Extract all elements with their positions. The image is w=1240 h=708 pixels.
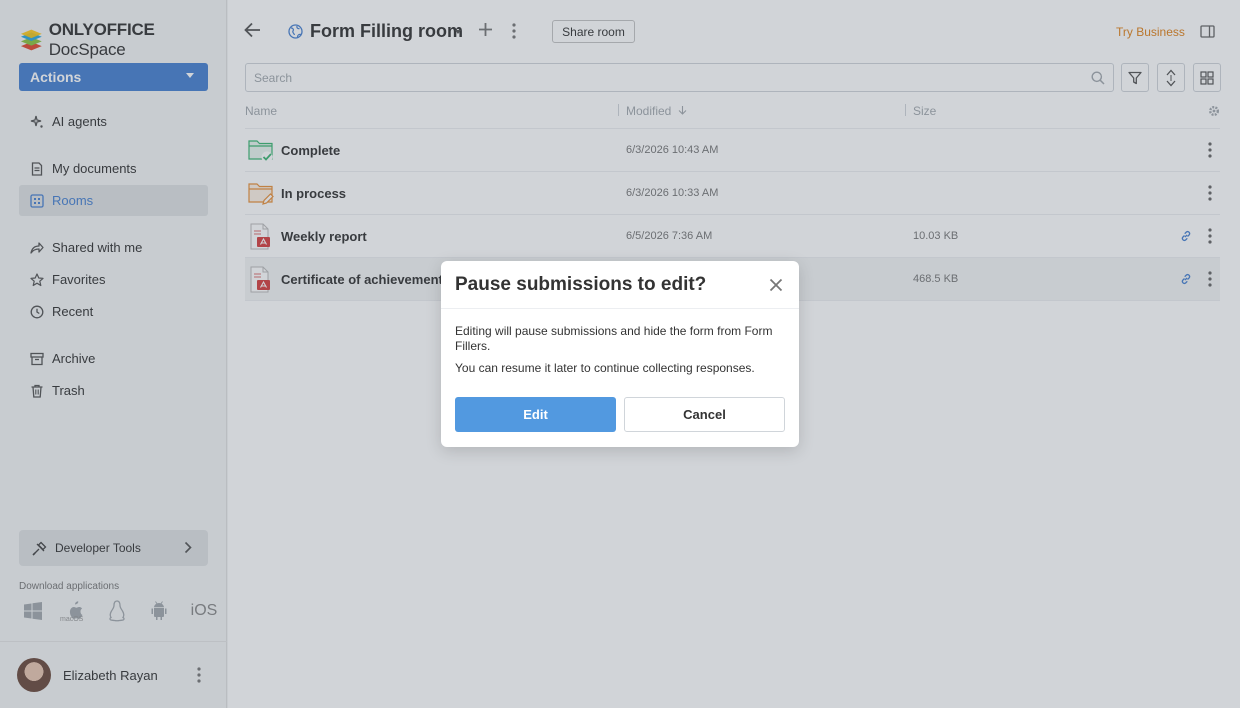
dialog-title: Pause submissions to edit? — [455, 274, 707, 295]
dialog-message: Editing will pause submissions and hide … — [455, 324, 773, 353]
dialog-message-secondary: You can resume it later to continue coll… — [455, 361, 755, 375]
cancel-button[interactable]: Cancel — [624, 397, 785, 432]
dialog-divider — [441, 308, 799, 309]
pause-submissions-dialog: Pause submissions to edit? Editing will … — [441, 261, 799, 447]
close-icon[interactable] — [769, 278, 783, 292]
edit-button[interactable]: Edit — [455, 397, 616, 432]
